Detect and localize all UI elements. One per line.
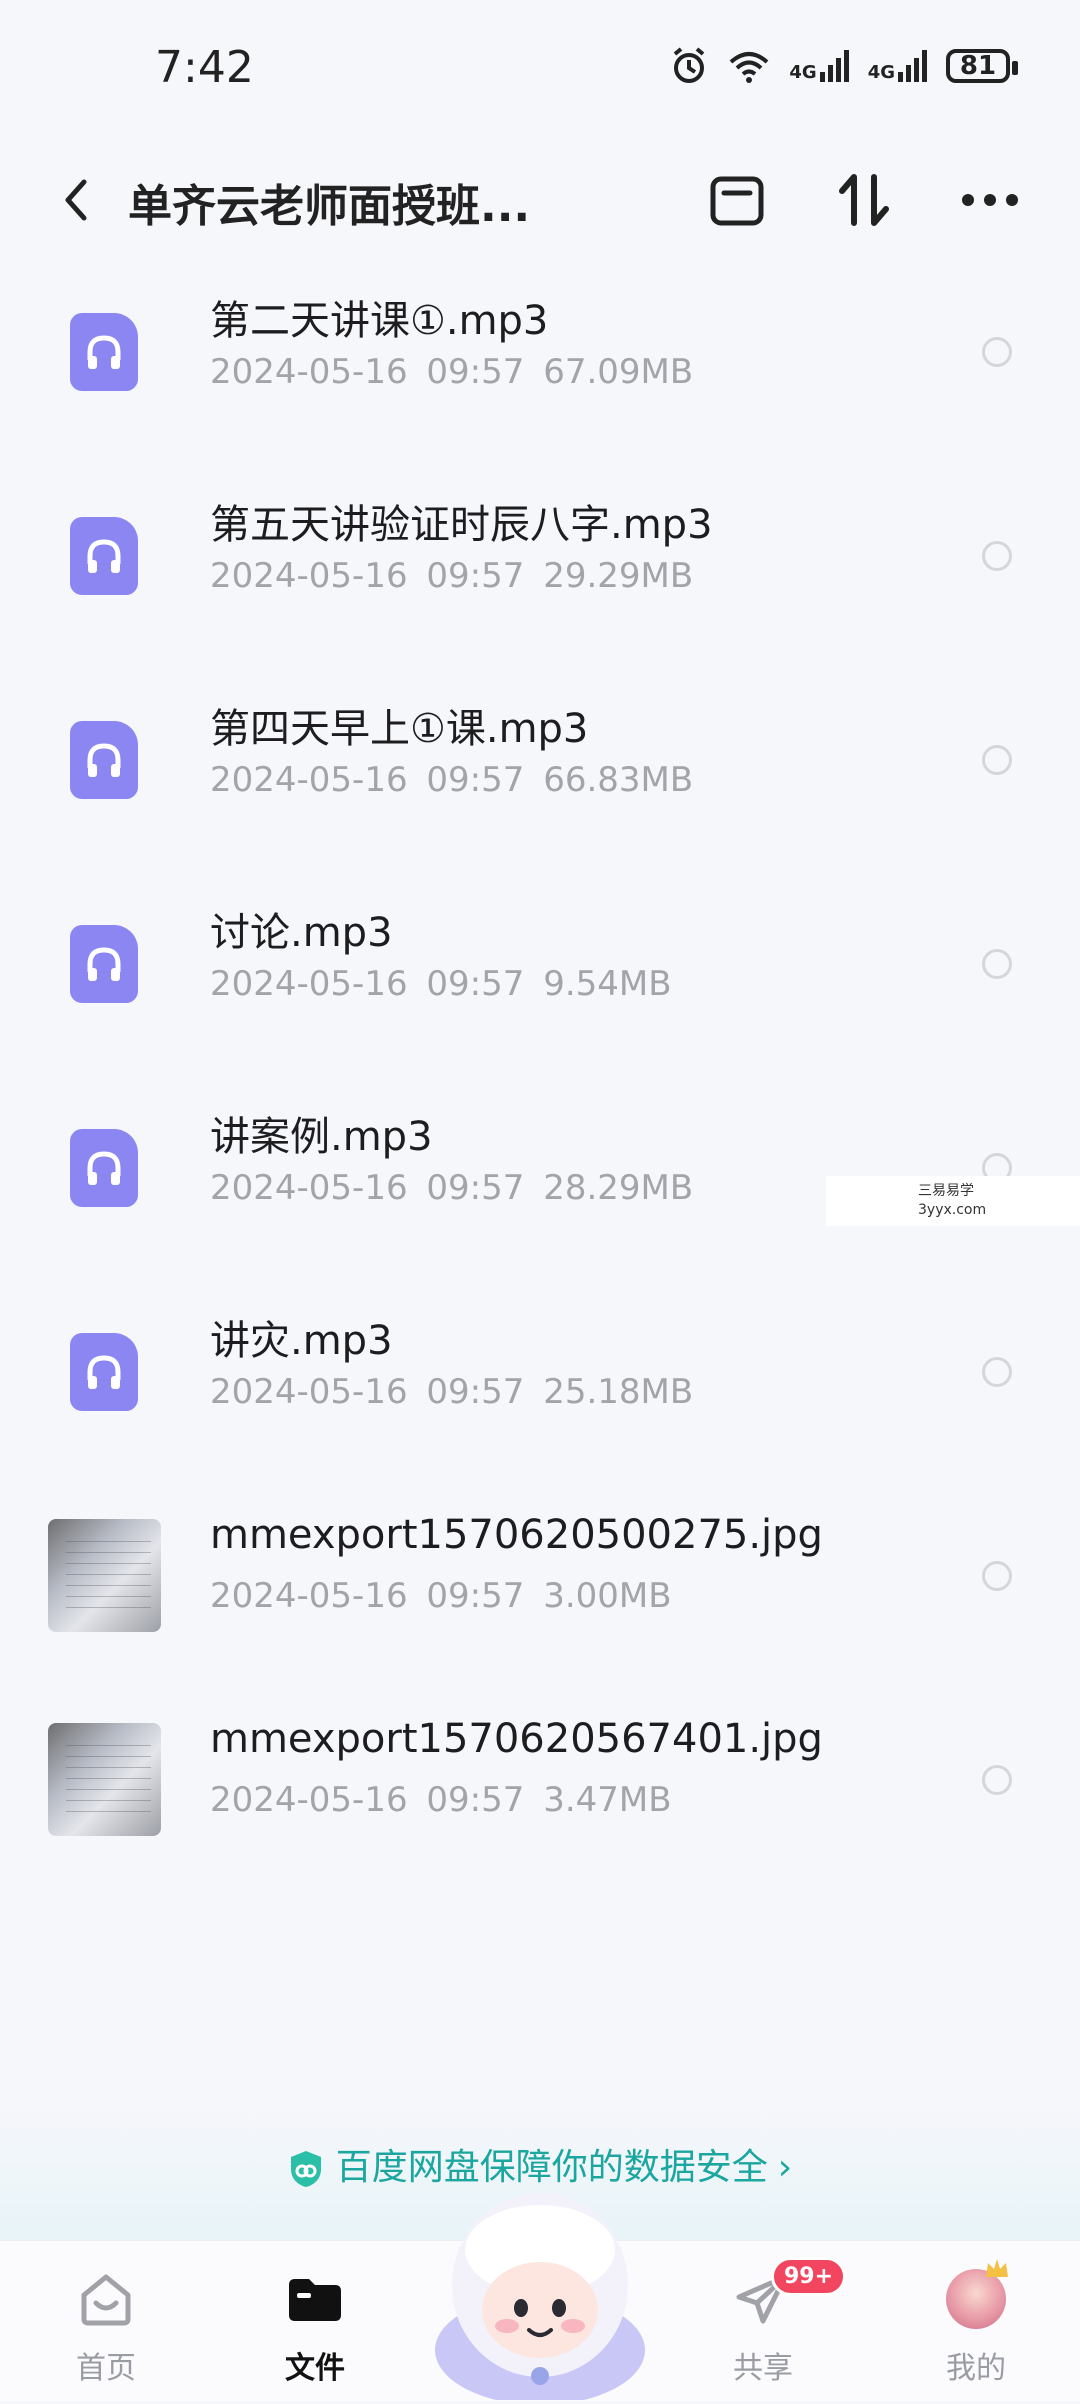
select-checkbox[interactable]: [982, 1561, 1012, 1591]
tab-files-label: 文件: [285, 2351, 345, 2386]
share-badge: 99+: [771, 2257, 847, 2296]
select-checkbox[interactable]: [982, 1357, 1012, 1387]
file-row[interactable]: 第五天讲验证时辰八字.mp3 2024-05-16 09:57 29.29MB: [0, 454, 1080, 658]
file-meta: 2024-05-16 09:57 3.47MB: [210, 1780, 672, 1820]
file-meta: 2024-05-16 09:57 3.00MB: [210, 1576, 672, 1616]
file-row[interactable]: 讲灾.mp3 2024-05-16 09:57 25.18MB: [0, 1270, 1080, 1474]
file-name: 第四天早上①课.mp3: [210, 706, 589, 752]
shield-icon: [290, 2151, 321, 2187]
tab-home-label: 首页: [76, 2351, 136, 2386]
select-checkbox[interactable]: [982, 745, 1012, 775]
network-type-1: 4G: [789, 62, 817, 83]
file-name: 第二天讲课①.mp3: [210, 298, 549, 344]
thumbnail-notebook-lines: [66, 1743, 151, 1822]
tab-profile-label: 我的: [946, 2351, 1006, 2386]
signal-bars-icon: [898, 50, 927, 82]
battery-indicator: 81: [946, 49, 1018, 83]
file-meta: 2024-05-16 09:57 67.09MB: [210, 352, 694, 392]
select-mode-button[interactable]: [705, 168, 769, 232]
file-name: mmexport1570620500275.jpg: [210, 1512, 823, 1558]
signal-1: 4G: [789, 50, 849, 82]
file-row[interactable]: 第二天讲课①.mp3 2024-05-16 09:57 67.09MB: [0, 250, 1080, 454]
file-row[interactable]: mmexport1570620500275.jpg 2024-05-16 09:5…: [0, 1474, 1080, 1678]
alarm-icon: [674, 47, 705, 83]
headphones-icon: [87, 743, 121, 777]
signal-2: 4G: [868, 50, 928, 82]
image-thumbnail: [48, 1519, 161, 1632]
headphones-icon: [87, 539, 121, 573]
tab-home[interactable]: 首页: [36, 2259, 176, 2399]
image-thumbnail: [48, 1723, 161, 1836]
audio-file-icon: [70, 1333, 138, 1411]
select-checkbox[interactable]: [982, 337, 1012, 367]
tab-files[interactable]: 文件: [245, 2259, 385, 2399]
file-row[interactable]: 第四天早上①课.mp3 2024-05-16 09:57 66.83MB: [0, 658, 1080, 862]
file-meta: 2024-05-16 09:57 9.54MB: [210, 964, 672, 1004]
chevron-right-icon: ›: [777, 2147, 793, 2188]
folder-title: 单齐云老师面授班...: [128, 181, 531, 232]
select-checkbox[interactable]: [982, 949, 1012, 979]
avatar: [946, 2259, 1008, 2329]
file-meta: 2024-05-16 09:57 66.83MB: [210, 760, 694, 800]
sort-icon: [839, 174, 889, 226]
watermark-url: 3yyx.com: [918, 1202, 987, 1218]
file-row[interactable]: 讨论.mp3 2024-05-16 09:57 9.54MB: [0, 862, 1080, 1066]
network-type-2: 4G: [867, 62, 895, 83]
thumbnail-notebook-lines: [66, 1539, 151, 1618]
headphones-icon: [87, 1355, 121, 1389]
audio-file-icon: [70, 721, 138, 799]
crown-icon: [986, 2259, 1008, 2277]
tab-share-label: 共享: [733, 2351, 793, 2386]
tab-profile[interactable]: 我的: [906, 2259, 1046, 2399]
status-time: 7:42: [155, 42, 254, 93]
audio-file-icon: [70, 1129, 138, 1207]
signal-bars-icon: [819, 50, 849, 82]
headphones-icon: [87, 947, 121, 981]
file-name: 讨论.mp3: [210, 910, 393, 956]
headphones-icon: [87, 1151, 121, 1185]
file-name: 讲案例.mp3: [210, 1114, 433, 1160]
status-icons: 4G 4G 81: [669, 46, 1018, 86]
chevron-left-icon: [65, 179, 87, 221]
file-meta: 2024-05-16 09:57 25.18MB: [210, 1372, 694, 1412]
audio-file-icon: [70, 313, 138, 391]
file-meta: 2024-05-16 09:57 28.29MB: [210, 1168, 694, 1208]
file-name: mmexport1570620567401.jpg: [210, 1716, 823, 1762]
audio-file-icon: [70, 517, 138, 595]
archive-box-icon: [710, 176, 764, 226]
file-row[interactable]: mmexport1570620567401.jpg 2024-05-16 09:5…: [0, 1678, 1080, 1882]
tab-share[interactable]: 99+ 共享: [693, 2257, 847, 2399]
back-button[interactable]: [48, 170, 108, 230]
more-options-button[interactable]: [958, 168, 1022, 232]
file-row[interactable]: 讲案例.mp3 2024-05-16 09:57 28.29MB: [0, 1066, 1080, 1270]
audio-file-icon: [70, 925, 138, 1003]
nav-bar: 单齐云老师面授班...: [0, 150, 1080, 250]
watermark-name: 三易易学: [918, 1183, 974, 1199]
headphones-icon: [87, 335, 121, 369]
folder-icon: [289, 2279, 341, 2321]
file-name: 讲灾.mp3: [210, 1318, 393, 1364]
file-meta: 2024-05-16 09:57 29.29MB: [210, 556, 694, 596]
sort-button[interactable]: [832, 168, 896, 232]
status-bar: 7:42 4G 4G 81: [0, 0, 1080, 140]
select-checkbox[interactable]: [982, 541, 1012, 571]
watermark: 三易易学 3yyx.com: [826, 1176, 1080, 1226]
file-name: 第五天讲验证时辰八字.mp3: [210, 502, 713, 548]
mascot-icon: [435, 2193, 645, 2404]
home-icon: [81, 2274, 131, 2326]
wifi-icon: [730, 52, 769, 83]
select-checkbox[interactable]: [982, 1765, 1012, 1795]
more-dots-icon: [962, 194, 1018, 206]
assistant-mascot-button[interactable]: [425, 2180, 655, 2404]
